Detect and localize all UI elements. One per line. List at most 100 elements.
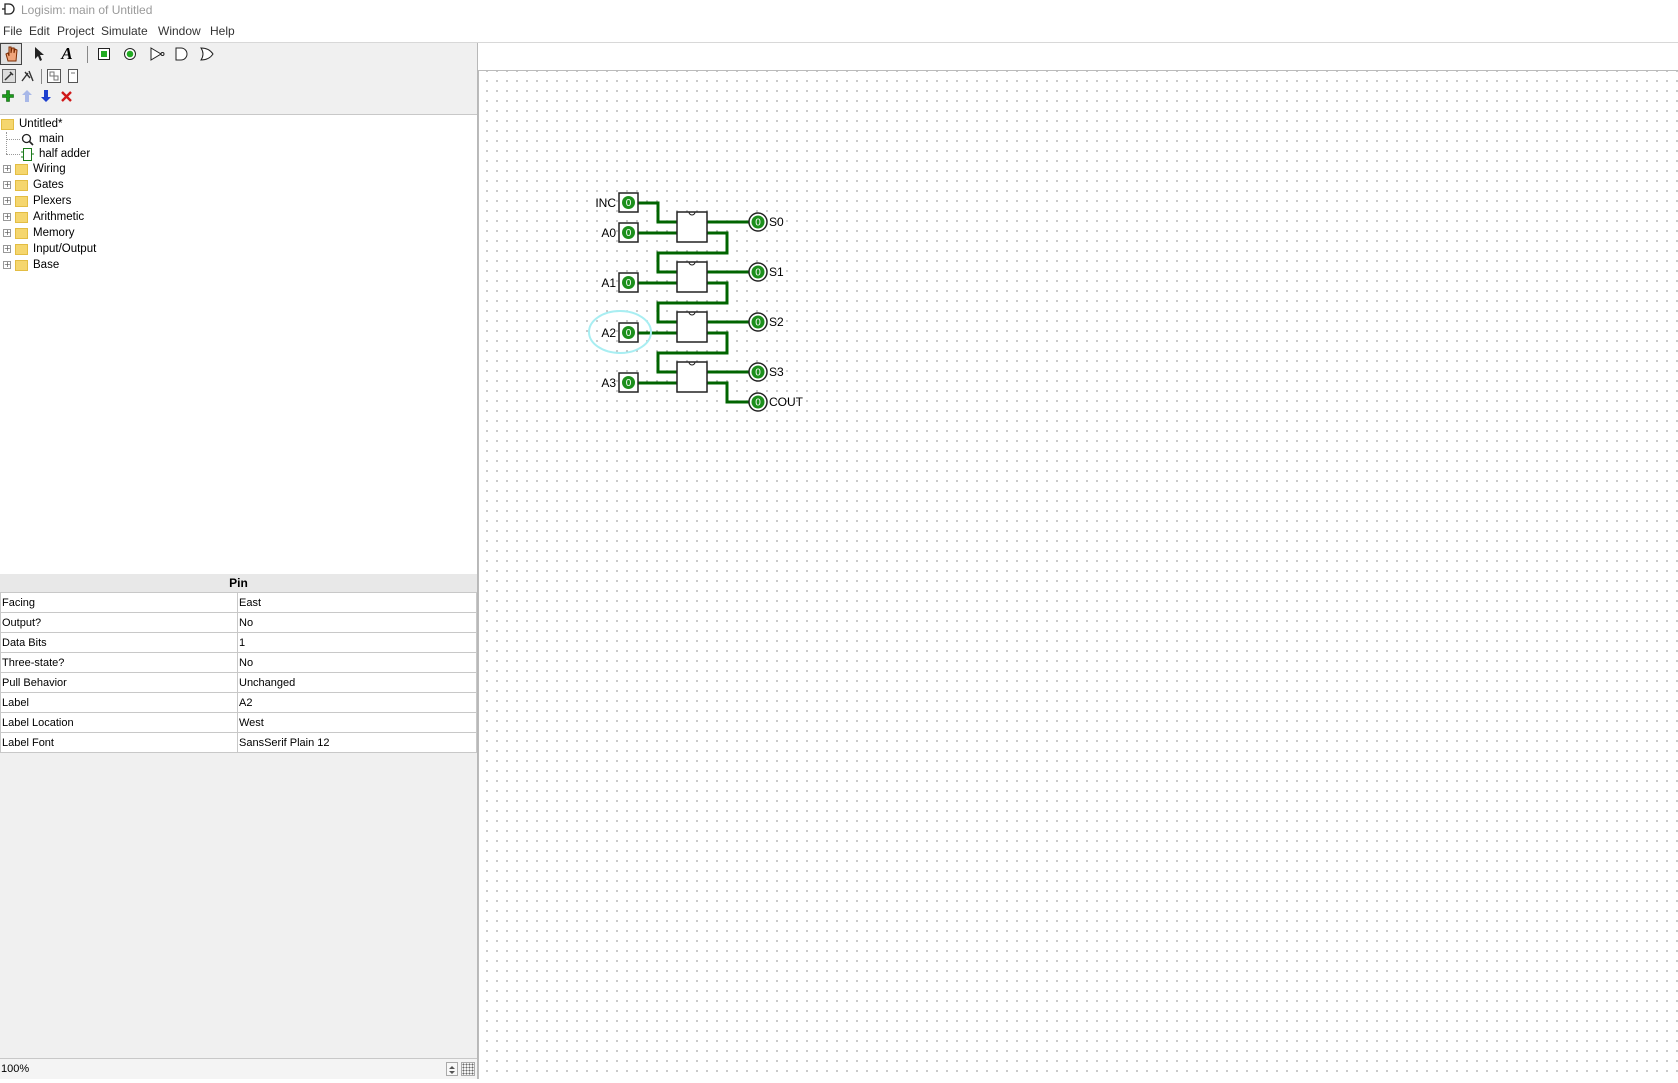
tree-circuit-main[interactable]: main [21,131,64,147]
pin-value-s3: 0 [755,368,761,379]
tree-library-input-output[interactable]: + Input/Output [3,241,96,257]
expand-plus-icon[interactable]: + [3,165,11,173]
pin-value-a3: 0 [626,378,632,389]
or-gate-tool-button[interactable] [196,43,218,65]
attribute-key: Data Bits [0,632,238,653]
pin-label-s2: S2 [769,315,784,329]
show-toolbox-button[interactable] [45,67,63,85]
not-gate-tool-button[interactable] [146,43,168,65]
arrow-pointer-icon [35,47,44,61]
pin-value-a2: 0 [626,328,632,339]
expand-plus-icon[interactable]: + [3,181,11,189]
half-adder-block[interactable] [676,311,708,343]
tree-guide-line [6,154,20,156]
menu-file[interactable]: File [1,24,24,38]
attribute-row-facing: Facing East [0,592,477,613]
tree-circuit-half-adder[interactable]: half adder [21,146,90,162]
attribute-row-label-font: Label Font SansSerif Plain 12 [0,732,477,753]
output-pin-icon [124,48,136,60]
edit-appearance-button[interactable] [18,67,38,85]
poke-tool-button[interactable] [0,43,22,65]
zoom-spinner[interactable] [446,1062,458,1076]
pin-label-inc: INC [595,196,616,210]
attribute-value-label-font[interactable]: SansSerif Plain 12 [237,732,477,753]
edit-circuit-layout-button[interactable] [0,67,18,85]
show-simulation-tree-button[interactable] [64,67,82,85]
half-adder-block[interactable] [676,261,708,293]
menu-project[interactable]: Project [55,24,96,38]
tree-library-arithmetic[interactable]: + Arithmetic [3,209,84,225]
tree-library-base[interactable]: + Base [3,257,59,273]
plus-icon [2,90,14,102]
and-gate-tool-button[interactable] [171,43,193,65]
remove-circuit-button[interactable] [58,88,74,104]
expand-plus-icon[interactable]: + [3,213,11,221]
expand-plus-icon[interactable]: + [3,197,11,205]
pin-value-a1: 0 [626,278,632,289]
status-bar: 100% [0,1058,477,1079]
attribute-value-output[interactable]: No [237,612,477,633]
expand-plus-icon[interactable]: + [3,229,11,237]
tree-library-label: Input/Output [33,243,97,255]
expand-plus-icon[interactable]: + [3,245,11,253]
pin-label-s3: S3 [769,365,784,379]
wrench-icon [2,69,16,83]
tree-library-label: Wiring [33,163,66,175]
attribute-value-data-bits[interactable]: 1 [237,632,477,653]
pin-label-s1: S1 [769,265,784,279]
attribute-row-three-state: Three-state? No [0,652,477,673]
tree-library-plexers[interactable]: + Plexers [3,193,71,209]
tree-library-wiring[interactable]: + Wiring [3,161,66,177]
output-pin-tool-button[interactable] [119,43,141,65]
menu-help[interactable]: Help [208,24,237,38]
pin-label-cout: COUT [769,395,804,409]
tree-project-untitled[interactable]: Untitled* [1,116,62,132]
move-circuit-down-button[interactable] [38,88,54,104]
attribute-row-label-location: Label Location West [0,712,477,733]
menu-edit[interactable]: Edit [27,24,52,38]
tree-library-label: Base [33,259,60,271]
spinner-arrows-icon [449,1066,455,1074]
circuit-drawing: 0 0 0 0 0 0 0 0 0 0 INC A0 A1 A2 A3 S0 S… [588,192,804,412]
tree-circuit-half-adder-label: half adder [39,148,91,160]
tree-library-memory[interactable]: + Memory [3,225,75,241]
subcircuit-icon [21,147,34,161]
text-tool-button[interactable]: A [56,43,78,65]
menu-simulate[interactable]: Simulate [99,24,150,38]
explorer-tree: Untitled* main half adder + Wiring + Gat… [0,114,477,575]
magnifier-icon [21,133,34,146]
folder-icon [15,243,28,255]
circuit-canvas[interactable]: 0 0 0 0 0 0 0 0 0 0 INC A0 A1 A2 A3 S0 S… [478,70,1678,1079]
select-tool-button[interactable] [28,43,50,65]
folder-icon [15,211,28,223]
pin-label-s0: S0 [769,215,784,229]
attribute-value-label[interactable]: A2 [237,692,477,713]
expand-plus-icon[interactable]: + [3,261,11,269]
add-circuit-button[interactable] [0,88,16,104]
pin-label-a3: A3 [601,376,616,390]
attribute-value-facing[interactable]: East [237,592,477,613]
attribute-key: Output? [0,612,238,633]
attribute-value-pull-behavior[interactable]: Unchanged [237,672,477,693]
half-adder-block[interactable] [676,361,708,393]
input-pin-tool-button[interactable] [93,43,115,65]
toolbox-view-icon [47,69,61,83]
tree-guide-line [6,132,8,154]
menu-window[interactable]: Window [156,24,203,38]
attribute-table-title: Pin [0,574,477,593]
attribute-value-three-state[interactable]: No [237,652,477,673]
zoom-level[interactable]: 100% [1,1059,29,1079]
attribute-row-output: Output? No [0,612,477,633]
folder-icon [15,163,28,175]
attribute-key: Three-state? [0,652,238,673]
tree-guide-line [6,139,20,141]
text-a-icon: A [61,44,73,63]
half-adder-block[interactable] [676,211,708,243]
attribute-key: Label Font [0,732,238,753]
attribute-value-label-location[interactable]: West [237,712,477,733]
tree-library-gates[interactable]: + Gates [3,177,64,193]
arrow-up-icon [22,90,32,102]
grid-toggle-button[interactable] [461,1062,475,1076]
folder-icon [1,118,14,130]
move-circuit-up-button[interactable] [19,88,35,104]
